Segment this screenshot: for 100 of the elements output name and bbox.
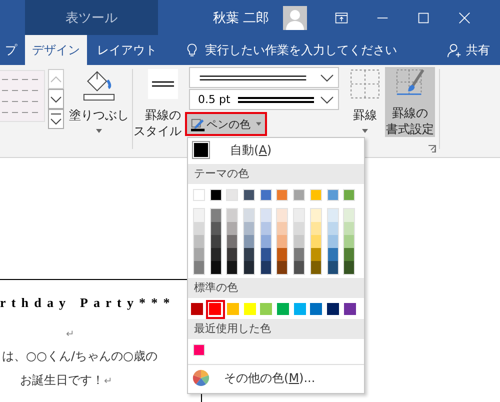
color-swatch[interactable] (277, 248, 288, 261)
color-swatch[interactable] (344, 248, 354, 261)
section-header: 標準の色 (188, 278, 364, 298)
contextual-tab-group: 表ツール (25, 0, 158, 35)
color-swatch[interactable] (227, 235, 238, 248)
color-swatch[interactable] (277, 222, 288, 235)
ribbon-tab[interactable]: レイアウト (87, 35, 167, 65)
shading-button[interactable]: 塗りつぶし (70, 69, 128, 133)
paragraph-mark: ↵ (104, 376, 112, 387)
chevron-down-icon (320, 74, 334, 82)
color-swatch[interactable] (277, 261, 288, 274)
automatic-color-item[interactable]: 自動(A) (188, 138, 364, 162)
color-swatch[interactable] (210, 209, 221, 222)
color-swatch[interactable] (344, 222, 354, 235)
pen-color-button[interactable]: ペンの色 (185, 112, 267, 136)
ribbon-tab[interactable]: デザイン (25, 35, 87, 65)
color-swatch[interactable] (227, 248, 238, 261)
dialog-launcher-icon[interactable] (428, 145, 436, 153)
color-swatch[interactable] (294, 235, 304, 248)
color-swatch[interactable] (310, 248, 321, 261)
color-swatch[interactable] (308, 301, 325, 317)
color-swatch[interactable] (260, 261, 271, 274)
color-swatch[interactable] (227, 209, 238, 222)
color-swatch[interactable] (294, 222, 304, 235)
color-swatch[interactable] (194, 209, 204, 222)
ribbon-display-icon[interactable] (335, 12, 348, 24)
pen-icon (191, 116, 205, 132)
color-swatch[interactable] (244, 235, 254, 248)
line-style-preview-icon (148, 69, 178, 99)
color-swatch[interactable] (244, 209, 254, 222)
color-swatch[interactable] (194, 248, 204, 261)
paragraph-text: は、○○くん/ちゃんの○歳の (2, 349, 158, 363)
color-swatch[interactable] (260, 222, 271, 235)
grid-icon (350, 69, 380, 99)
section-header: 最近使用した色 (188, 319, 364, 339)
caret-icon (362, 129, 368, 133)
color-swatch[interactable] (294, 209, 304, 222)
color-swatch[interactable] (210, 261, 221, 274)
color-swatch[interactable] (260, 248, 271, 261)
color-swatch[interactable] (344, 209, 354, 222)
color-swatch[interactable] (328, 222, 338, 235)
more-colors-item[interactable]: その他の色(M)... (188, 367, 364, 389)
gallery-more-icon[interactable] (48, 109, 64, 129)
color-swatch[interactable] (328, 209, 338, 222)
lightbulb-icon[interactable] (187, 43, 197, 57)
border-painter-button[interactable]: 罫線の 書式設定 (385, 67, 435, 137)
color-swatch[interactable] (344, 261, 354, 274)
thick-line-icon (236, 96, 316, 104)
scroll-down-icon[interactable] (48, 89, 64, 109)
color-swatch[interactable] (260, 209, 271, 222)
caret-icon (256, 122, 261, 126)
tell-me-field[interactable]: 実行したい作業を入力してください (205, 35, 397, 65)
close-icon[interactable] (458, 12, 472, 24)
color-swatch[interactable] (227, 222, 238, 235)
share-button[interactable]: 共有 (437, 35, 500, 65)
color-swatch[interactable] (206, 300, 225, 318)
paragraph-text: お誕生日です！ (20, 373, 104, 387)
color-swatch[interactable] (310, 261, 321, 274)
color-swatch[interactable] (224, 301, 242, 317)
line-weight-dropdown[interactable]: 0.5 pt (189, 89, 339, 110)
color-swatch[interactable] (328, 248, 338, 261)
caret-icon (96, 129, 102, 133)
color-swatch[interactable] (274, 301, 292, 317)
color-swatch[interactable] (291, 301, 308, 317)
color-swatch[interactable] (194, 261, 204, 274)
line-style-dropdown[interactable] (189, 67, 339, 88)
color-swatch[interactable] (210, 248, 221, 261)
avatar-icon[interactable] (283, 6, 308, 30)
borders-button[interactable]: 罫線 (347, 69, 383, 133)
grid-brush-icon (395, 69, 425, 97)
color-swatch[interactable] (210, 235, 221, 248)
color-swatch[interactable] (189, 301, 206, 317)
color-swatch[interactable] (244, 248, 254, 261)
color-swatch[interactable] (277, 235, 288, 248)
user-name: 秋葉 二郎 (213, 10, 270, 26)
color-swatch[interactable] (342, 301, 358, 317)
ribbon-tab[interactable]: プ (0, 35, 25, 65)
maximize-icon[interactable] (417, 12, 430, 24)
color-swatch[interactable] (294, 248, 304, 261)
color-swatch[interactable] (260, 235, 271, 248)
color-swatch[interactable] (310, 235, 321, 248)
color-swatch[interactable] (324, 301, 342, 317)
color-swatch[interactable] (328, 235, 338, 248)
color-swatch[interactable] (194, 222, 204, 235)
color-swatch[interactable] (194, 235, 204, 248)
person-add-icon (447, 42, 462, 58)
color-swatch[interactable] (244, 222, 254, 235)
color-swatch[interactable] (294, 261, 304, 274)
color-swatch[interactable] (310, 222, 321, 235)
section-header: テーマの色 (188, 164, 364, 184)
chevron-down-icon (320, 96, 334, 104)
color-swatch[interactable] (210, 222, 221, 235)
color-swatch[interactable] (244, 261, 254, 274)
color-swatch[interactable] (344, 235, 354, 248)
color-swatch[interactable] (258, 301, 275, 317)
color-swatch[interactable] (227, 261, 238, 274)
color-swatch[interactable] (241, 301, 258, 317)
color-swatch[interactable] (277, 209, 288, 222)
color-swatch[interactable] (328, 261, 338, 274)
color-swatch[interactable] (310, 209, 321, 222)
